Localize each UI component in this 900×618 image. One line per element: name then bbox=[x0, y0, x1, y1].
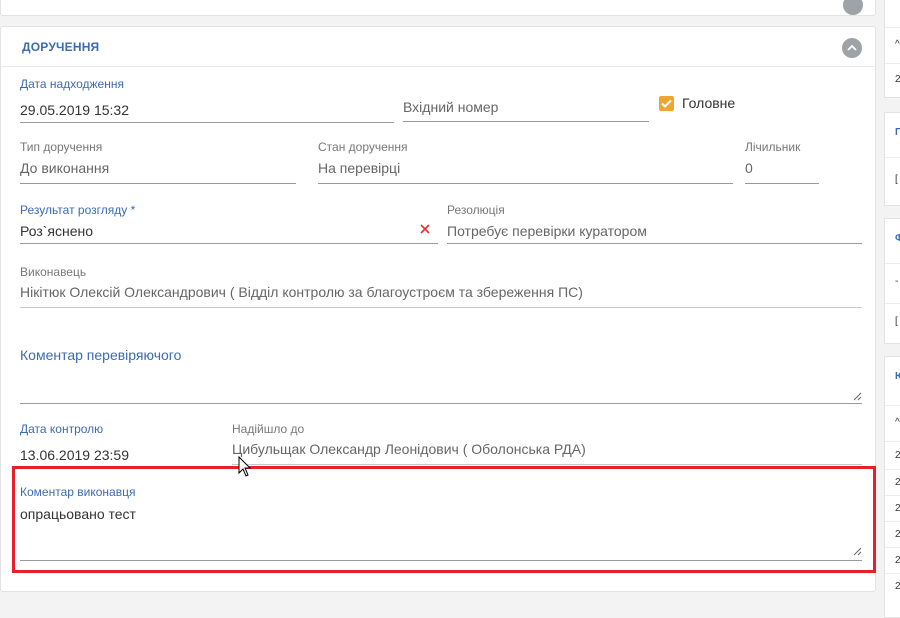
reviewer-comment-label: Коментар перевіряючого bbox=[20, 347, 182, 363]
right-card-3-row[interactable]: [ bbox=[885, 303, 900, 343]
previous-section-card bbox=[0, 0, 876, 16]
right-card-2-header: П bbox=[895, 127, 900, 138]
incoming-number-underline bbox=[403, 121, 649, 122]
reviewer-comment-underline bbox=[20, 403, 862, 404]
counter-underline bbox=[745, 183, 819, 184]
control-date-label: Дата контролю bbox=[20, 422, 104, 436]
collapse-button[interactable] bbox=[842, 38, 862, 58]
resolution-underline bbox=[447, 243, 862, 244]
right-card-4-row-text: 2 bbox=[895, 581, 900, 592]
right-card-1: ^ 2 bbox=[884, 0, 900, 98]
assignment-type-value[interactable]: До виконання bbox=[20, 160, 109, 176]
chevron-up-icon bbox=[847, 44, 857, 51]
right-card-4-row[interactable]: ^ bbox=[885, 405, 900, 441]
assignment-state-label: Стан доручення bbox=[318, 140, 408, 154]
executor-underline bbox=[20, 307, 862, 308]
right-card-4-row[interactable]: 2 bbox=[885, 573, 900, 599]
assignment-state-underline bbox=[318, 183, 733, 184]
clear-icon[interactable] bbox=[418, 222, 432, 236]
right-card-2-row-text: [ bbox=[895, 174, 898, 185]
received-date-field[interactable]: 29.05.2019 15:32 bbox=[20, 102, 129, 118]
previous-section-collapse-button[interactable] bbox=[843, 0, 863, 15]
executor-comment-label: Коментар виконавця bbox=[20, 485, 136, 499]
assignment-state-value[interactable]: На перевірці bbox=[318, 160, 400, 176]
counter-label: Лічильник bbox=[745, 140, 801, 154]
right-card-1-row[interactable]: 2 bbox=[885, 63, 900, 97]
right-card-3-row-text: [ bbox=[895, 316, 898, 327]
right-card-4-row-text: 2 bbox=[895, 450, 900, 461]
check-icon bbox=[661, 99, 672, 108]
right-card-4-row[interactable]: 2 bbox=[885, 441, 900, 469]
received-date-label-wrap: Дата надходження bbox=[20, 77, 124, 91]
control-date-value[interactable]: 13.06.2019 23:59 bbox=[20, 447, 129, 463]
received-date-label: Дата надходження bbox=[20, 77, 124, 91]
mouse-cursor-icon bbox=[238, 456, 252, 477]
incoming-number-input[interactable]: Вхідний номер bbox=[403, 99, 498, 115]
right-card-4: Ю ^ 2 2 2 2 2 2 bbox=[884, 356, 900, 618]
section-title: ДОРУЧЕННЯ bbox=[22, 40, 100, 54]
assignment-type-underline bbox=[20, 183, 296, 184]
right-card-4-row[interactable]: 2 bbox=[885, 547, 900, 573]
received-to-label: Надійшло до bbox=[232, 422, 305, 436]
right-side-panel: ^ 2 П [ Ф - [ Ю ^ 2 2 2 2 2 2 bbox=[884, 0, 900, 618]
resize-handle-icon[interactable] bbox=[852, 546, 862, 556]
right-card-4-row[interactable]: 2 bbox=[885, 495, 900, 521]
right-card-4-row-text: 2 bbox=[895, 503, 900, 514]
right-card-4-row-text: ^ bbox=[895, 417, 900, 428]
reviewer-comment-textarea[interactable] bbox=[20, 365, 862, 403]
resolution-label: Резолюція bbox=[447, 203, 505, 217]
review-result-label: Результат розгляду * bbox=[20, 203, 136, 217]
right-card-2-row[interactable]: [ bbox=[885, 157, 900, 205]
right-card-4-row-text: 2 bbox=[895, 555, 900, 566]
right-card-4-row[interactable]: 2 bbox=[885, 521, 900, 547]
right-card-4-row[interactable]: 2 bbox=[885, 469, 900, 495]
assignment-type-label: Тип доручення bbox=[20, 140, 103, 154]
right-card-3: Ф - [ bbox=[884, 218, 900, 344]
control-date-underline bbox=[20, 467, 212, 468]
executor-label: Виконавець bbox=[20, 265, 87, 279]
counter-value[interactable]: 0 bbox=[745, 160, 753, 176]
review-result-value[interactable]: Роз`яснено bbox=[20, 223, 93, 239]
right-card-4-row-text: 2 bbox=[895, 529, 900, 540]
received-to-value[interactable]: Цибульщак Олександр Леонідович ( Оболонс… bbox=[232, 441, 586, 457]
received-date-value: 29.05.2019 15:32 bbox=[20, 102, 129, 118]
right-card-3-row-text: - bbox=[895, 276, 899, 287]
executor-value[interactable]: Нікітюк Олексій Олександрович ( Відділ к… bbox=[20, 284, 583, 300]
right-card-2: П [ bbox=[884, 112, 900, 206]
section-header: ДОРУЧЕННЯ bbox=[1, 27, 875, 67]
right-card-3-row[interactable]: - bbox=[885, 263, 900, 303]
executor-comment-textarea[interactable]: опрацьовано тест bbox=[20, 506, 136, 522]
right-card-3-header: Ф bbox=[895, 233, 900, 244]
received-date-underline bbox=[20, 122, 394, 123]
right-card-1-row[interactable]: ^ bbox=[885, 27, 900, 63]
right-card-1-row-text: 2 bbox=[895, 74, 900, 85]
right-card-4-header: Ю bbox=[895, 371, 900, 382]
received-to-underline bbox=[232, 464, 862, 465]
right-card-1-row-text: ^ bbox=[895, 39, 900, 50]
right-card-4-row-text: 2 bbox=[895, 477, 900, 488]
main-checkbox[interactable] bbox=[659, 96, 674, 111]
resolution-value[interactable]: Потребує перевірки куратором bbox=[447, 223, 647, 239]
review-result-underline bbox=[20, 243, 438, 244]
resize-handle-icon[interactable] bbox=[852, 391, 862, 401]
executor-comment-underline bbox=[20, 560, 862, 561]
main-checkbox-label[interactable]: Головне bbox=[682, 95, 735, 111]
